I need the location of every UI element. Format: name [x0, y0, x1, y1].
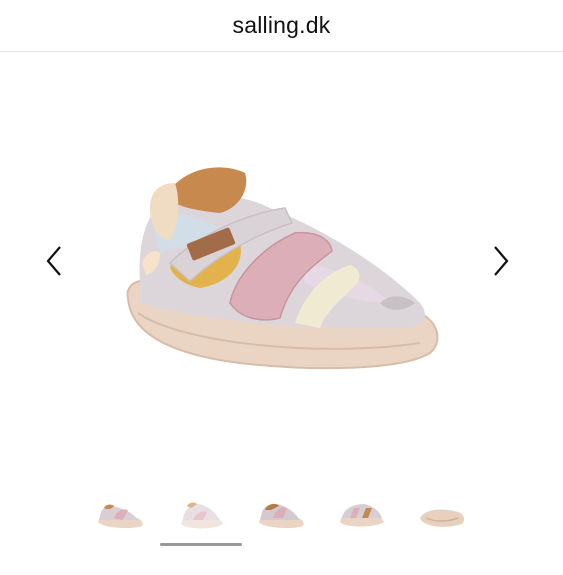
site-title[interactable]: salling.dk: [233, 12, 331, 39]
gallery-scroll-indicator: [160, 543, 242, 546]
thumbnail-strip: [0, 496, 563, 536]
product-gallery[interactable]: [0, 53, 563, 493]
chevron-left-icon[interactable]: [42, 243, 66, 279]
thumbnail-3[interactable]: [253, 496, 309, 534]
thumbnail-5[interactable]: [414, 496, 470, 534]
thumbnail-4[interactable]: [334, 496, 390, 534]
thumbnail-1[interactable]: [92, 496, 148, 534]
chevron-right-icon[interactable]: [489, 243, 513, 279]
thumbnail-2[interactable]: [173, 496, 229, 534]
sandal-image: [120, 153, 450, 413]
page-header: salling.dk: [0, 0, 563, 52]
